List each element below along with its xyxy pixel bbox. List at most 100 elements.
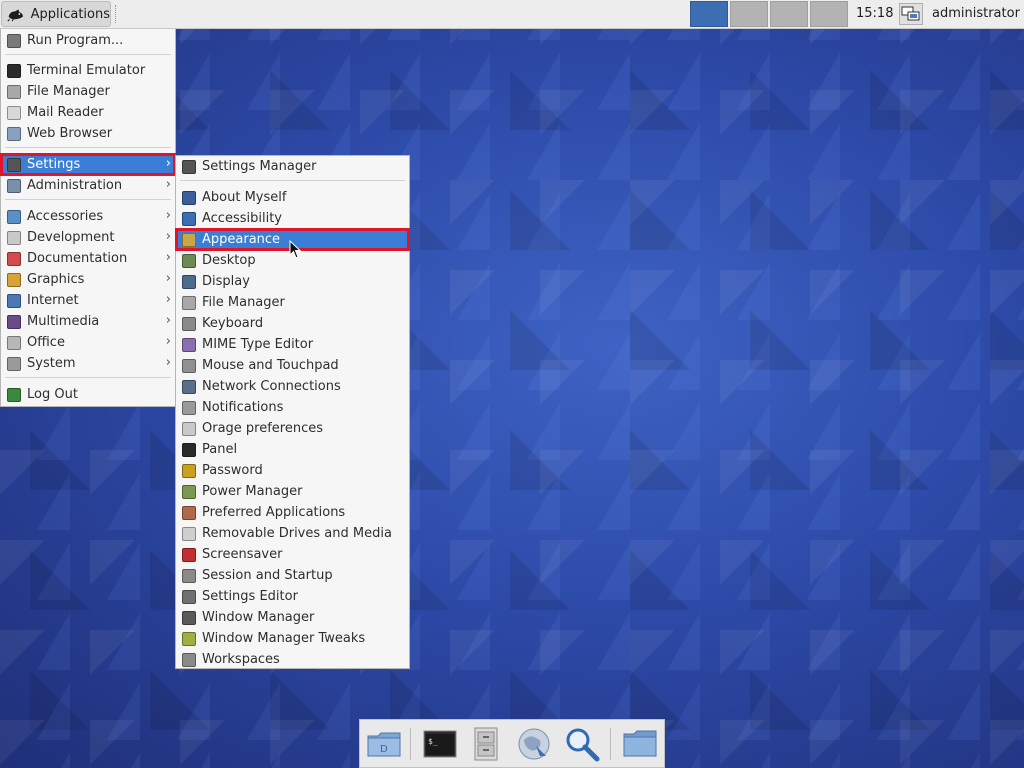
- settings-submenu: Settings Manager About Myself Accessibilit…: [175, 155, 410, 669]
- settings-menu-item-network-connections[interactable]: Network Connections: [176, 376, 409, 397]
- settings-menu-item-label: Window Manager Tweaks: [202, 631, 366, 646]
- settings-menu-item-orage-preferences[interactable]: Orage preferences: [176, 418, 409, 439]
- clock[interactable]: 15:18: [856, 6, 893, 21]
- app-menu-item-label: Documentation: [27, 251, 128, 266]
- workspace-1[interactable]: [690, 1, 728, 27]
- settings-menu-item-settings-manager[interactable]: Settings Manager: [176, 156, 409, 177]
- app-menu-item-run-program[interactable]: Run Program...: [1, 30, 175, 51]
- app-menu-item-documentation[interactable]: Documentation ›: [1, 248, 175, 269]
- menu-separator: [5, 54, 171, 55]
- app-menu-item-internet[interactable]: Internet ›: [1, 290, 175, 311]
- app-menu-item-mail-reader[interactable]: Mail Reader: [1, 102, 175, 123]
- workspaces-icon: [182, 652, 196, 667]
- chevron-right-icon: ›: [165, 355, 171, 370]
- app-menu-item-label: File Manager: [27, 84, 110, 99]
- settings-menu-item-label: Appearance: [202, 232, 281, 247]
- web-browser-icon[interactable]: [516, 726, 552, 762]
- app-menu-item-log-out[interactable]: Log Out: [1, 384, 175, 405]
- settings-menu-item-settings-editor[interactable]: Settings Editor: [176, 586, 409, 607]
- app-menu-item-label: Settings: [27, 157, 81, 172]
- settings-menu-item-power-manager[interactable]: Power Manager: [176, 481, 409, 502]
- window-manager-tweaks-icon: [182, 631, 196, 646]
- settings-menu-item-window-manager-tweaks[interactable]: Window Manager Tweaks: [176, 628, 409, 649]
- administration-icon: [7, 178, 21, 193]
- settings-menu-item-label: Session and Startup: [202, 568, 333, 583]
- settings-menu-item-label: Window Manager: [202, 610, 315, 625]
- app-menu-item-administration[interactable]: Administration ›: [1, 175, 175, 196]
- app-menu-item-label: Office: [27, 335, 65, 350]
- network-icon: [182, 379, 196, 394]
- settings-menu-item-label: Keyboard: [202, 316, 264, 331]
- app-menu-item-system[interactable]: System ›: [1, 353, 175, 374]
- settings-menu-item-panel[interactable]: Panel: [176, 439, 409, 460]
- settings-menu-item-mouse-and-touchpad[interactable]: Mouse and Touchpad: [176, 355, 409, 376]
- settings-menu-item-keyboard[interactable]: Keyboard: [176, 313, 409, 334]
- settings-menu-item-window-manager[interactable]: Window Manager: [176, 607, 409, 628]
- settings-menu-item-screensaver[interactable]: Screensaver: [176, 544, 409, 565]
- settings-menu-item-preferred-applications[interactable]: Preferred Applications: [176, 502, 409, 523]
- chevron-right-icon: ›: [165, 313, 171, 328]
- dock-separator: [410, 728, 411, 760]
- menu-separator: [5, 377, 171, 378]
- menu-separator: [5, 147, 171, 148]
- settings-menu-item-workspaces[interactable]: Workspaces: [176, 649, 409, 670]
- run-program-icon: [7, 33, 21, 48]
- search-icon[interactable]: [564, 726, 600, 762]
- app-menu-item-file-manager[interactable]: File Manager: [1, 81, 175, 102]
- accessories-icon: [7, 209, 21, 224]
- settings-menu-item-label: Panel: [202, 442, 238, 457]
- window-manager-icon: [182, 610, 196, 625]
- settings-menu-item-mime-type-editor[interactable]: MIME Type Editor: [176, 334, 409, 355]
- settings-menu-item-accessibility[interactable]: Accessibility: [176, 208, 409, 229]
- network-status-icon[interactable]: [899, 3, 923, 25]
- app-menu-item-web-browser[interactable]: Web Browser: [1, 123, 175, 144]
- workspace-2[interactable]: [730, 1, 768, 27]
- mouse-cursor-icon: [289, 240, 302, 259]
- app-menu-item-label: Web Browser: [27, 126, 113, 141]
- app-menu-item-label: Accessories: [27, 209, 104, 224]
- settings-menu-item-label: Display: [202, 274, 250, 289]
- settings-menu-item-label: Power Manager: [202, 484, 303, 499]
- chevron-right-icon: ›: [165, 177, 171, 192]
- app-menu-item-graphics[interactable]: Graphics ›: [1, 269, 175, 290]
- app-menu-item-development[interactable]: Development ›: [1, 227, 175, 248]
- app-menu-item-settings[interactable]: Settings ›: [0, 153, 176, 176]
- app-menu-item-label: Log Out: [27, 387, 78, 402]
- power-manager-icon: [182, 484, 196, 499]
- settings-menu-item-password[interactable]: Password: [176, 460, 409, 481]
- app-menu-item-multimedia[interactable]: Multimedia ›: [1, 311, 175, 332]
- about-myself-icon: [182, 190, 196, 205]
- folder-icon[interactable]: [622, 726, 658, 762]
- user-name[interactable]: administrator: [932, 6, 1020, 21]
- applications-menu-button[interactable]: Applications: [1, 1, 111, 27]
- settings-menu-item-notifications[interactable]: Notifications: [176, 397, 409, 418]
- settings-menu-item-session-and-startup[interactable]: Session and Startup: [176, 565, 409, 586]
- settings-menu-item-about-myself[interactable]: About Myself: [176, 187, 409, 208]
- settings-menu-item-display[interactable]: Display: [176, 271, 409, 292]
- settings-icon: [7, 157, 21, 172]
- workspace-4[interactable]: [810, 1, 848, 27]
- settings-menu-item-removable-drives-and-media[interactable]: Removable Drives and Media: [176, 523, 409, 544]
- settings-menu-item-file-manager[interactable]: File Manager: [176, 292, 409, 313]
- workspace-3[interactable]: [770, 1, 808, 27]
- app-menu-item-label: Administration: [27, 178, 123, 193]
- settings-menu-item-label: Notifications: [202, 400, 284, 415]
- settings-menu-item-label: Settings Editor: [202, 589, 298, 604]
- home-folder-icon[interactable]: D: [366, 726, 402, 762]
- web-browser-icon: [7, 126, 21, 141]
- settings-menu-item-label: Preferred Applications: [202, 505, 346, 520]
- app-menu-item-terminal-emulator[interactable]: Terminal Emulator: [1, 60, 175, 81]
- terminal-icon[interactable]: $_: [422, 726, 458, 762]
- mime-type-icon: [182, 337, 196, 352]
- app-menu-item-office[interactable]: Office ›: [1, 332, 175, 353]
- chevron-right-icon: ›: [165, 250, 171, 265]
- app-menu-item-accessories[interactable]: Accessories ›: [1, 206, 175, 227]
- settings-menu-item-label: Removable Drives and Media: [202, 526, 392, 541]
- svg-text:D: D: [380, 744, 388, 755]
- file-cabinet-icon[interactable]: [468, 726, 504, 762]
- settings-menu-item-label: Accessibility: [202, 211, 282, 226]
- settings-menu-item-label: Orage preferences: [202, 421, 324, 436]
- app-menu-item-label: Mail Reader: [27, 105, 104, 120]
- workspace-switcher[interactable]: [690, 1, 848, 27]
- log-out-icon: [7, 387, 21, 402]
